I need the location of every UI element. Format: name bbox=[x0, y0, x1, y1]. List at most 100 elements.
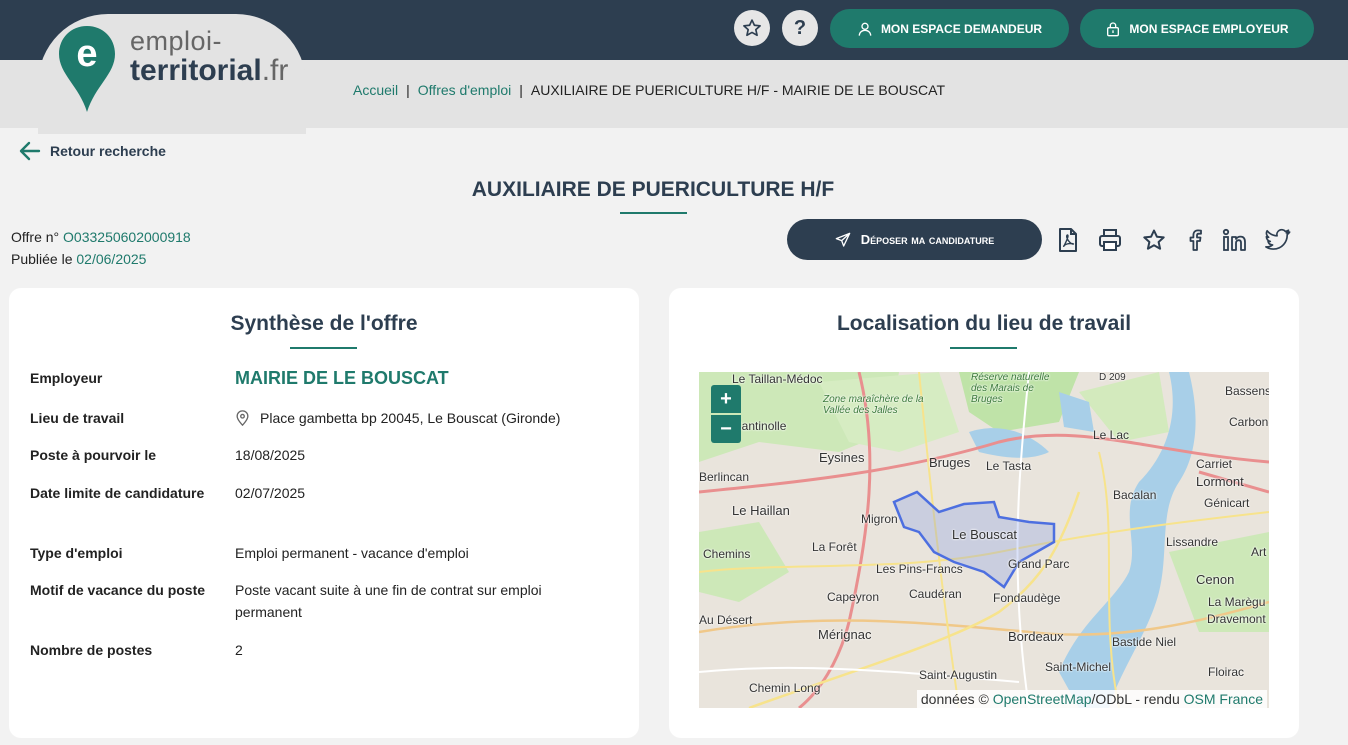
logo-tld: .fr bbox=[261, 54, 289, 87]
map-place: Lormont bbox=[1196, 474, 1244, 489]
page-title: AUXILIAIRE DE PUERICULTURE H/F bbox=[471, 178, 835, 201]
summary-row-positions: Nombre de postes 2 bbox=[30, 639, 610, 661]
summary-row-employment-type: Type d'emploi Emploi permanent - vacance… bbox=[30, 542, 610, 564]
map-place: La Marègu bbox=[1208, 595, 1266, 609]
location-pin-icon bbox=[236, 410, 249, 426]
linkedin-icon[interactable] bbox=[1222, 227, 1248, 253]
osm-link[interactable]: OpenStreetMap bbox=[993, 691, 1092, 707]
summary-title-underline bbox=[290, 347, 357, 349]
arrow-left-icon bbox=[19, 141, 41, 161]
map-place: Bassens bbox=[1225, 384, 1269, 398]
map-place: Les Pins-Francs bbox=[876, 562, 963, 576]
help-button[interactable]: ? bbox=[782, 10, 818, 46]
logo-brand: territorial bbox=[130, 54, 262, 87]
map-place: Cantinolle bbox=[733, 419, 787, 433]
map-attribution: données © OpenStreetMap/ODbL - rendu OSM… bbox=[916, 690, 1267, 708]
send-icon bbox=[835, 232, 851, 247]
map-place: Bastide Niel bbox=[1112, 635, 1177, 649]
map-zoom-controls: + − bbox=[711, 385, 741, 443]
favorite-star-icon[interactable] bbox=[1141, 227, 1167, 253]
title-underline bbox=[620, 212, 687, 214]
map-place: Saint-Augustin bbox=[919, 668, 998, 682]
apply-button[interactable]: Déposer ma candidature bbox=[787, 219, 1042, 260]
map-place: Dravemont bbox=[1207, 612, 1266, 626]
row-label: Lieu de travail bbox=[30, 410, 125, 426]
favorites-button[interactable] bbox=[734, 10, 770, 46]
location-title: Localisation du lieu de travail bbox=[836, 312, 1132, 335]
breadcrumb-home-link[interactable]: Accueil bbox=[353, 82, 398, 98]
print-icon[interactable] bbox=[1097, 227, 1123, 253]
row-label: Type d'emploi bbox=[30, 545, 123, 561]
map-place: Migron bbox=[861, 512, 898, 526]
map-place: Bordeaux bbox=[1008, 629, 1064, 644]
back-label: Retour recherche bbox=[50, 143, 166, 159]
svg-text:e: e bbox=[76, 33, 97, 75]
location-text: Place gambetta bp 20045, Le Bouscat (Gir… bbox=[260, 410, 561, 426]
map-place: Bacalan bbox=[1113, 488, 1157, 502]
employer-link[interactable]: MAIRIE DE LE BOUSCAT bbox=[235, 367, 610, 389]
map-place: Caudéran bbox=[909, 587, 962, 601]
map-reserve-label: Réserve naturelle des Marais de Bruges bbox=[971, 372, 1050, 405]
row-label: Motif de vacance du poste bbox=[30, 582, 206, 598]
location-card: Localisation du lieu de travail Le Taill… bbox=[669, 288, 1299, 738]
map-place: Carbon-B bbox=[1229, 415, 1269, 429]
offer-published-date: 02/06/2025 bbox=[76, 251, 147, 267]
summary-row-start-date: Poste à pourvoir le 18/08/2025 bbox=[30, 444, 610, 466]
user-icon bbox=[858, 22, 872, 36]
star-icon bbox=[743, 19, 761, 37]
map-place: Floirac bbox=[1208, 665, 1245, 679]
map-place: Grand Parc bbox=[1008, 557, 1070, 571]
row-value: 02/07/2025 bbox=[235, 485, 306, 501]
pdf-icon[interactable] bbox=[1055, 227, 1081, 253]
map-place: Lissandre bbox=[1166, 535, 1219, 549]
map-road-label: D 209 bbox=[1099, 372, 1126, 383]
row-value: Poste vacant suite à une fin de contrat … bbox=[235, 582, 542, 620]
facebook-icon[interactable] bbox=[1182, 227, 1208, 253]
row-value: 18/08/2025 bbox=[235, 447, 306, 463]
map-place: Le Haillan bbox=[732, 503, 790, 518]
map-place: Chemin Long bbox=[749, 681, 821, 695]
offer-meta: Offre n° O033250602000918 Publiée le 02/… bbox=[11, 226, 191, 270]
map-place: Carriet bbox=[1196, 457, 1233, 471]
offer-number: O033250602000918 bbox=[63, 229, 191, 245]
breadcrumb-offers-link[interactable]: Offres d'emploi bbox=[418, 82, 511, 98]
map-place: Génicart bbox=[1204, 496, 1250, 510]
map-place: Le Tasta bbox=[986, 459, 1032, 473]
map-place: Le Bouscat bbox=[952, 527, 1018, 542]
map-place: Fondaudège bbox=[993, 591, 1061, 605]
lock-icon bbox=[1107, 21, 1120, 36]
logo-text-bottom[interactable]: territorial.fr bbox=[130, 54, 288, 88]
logo-pin-icon[interactable]: e bbox=[57, 24, 117, 114]
summary-title: Synthèse de l'offre bbox=[230, 312, 418, 335]
attribution-prefix: données © bbox=[920, 691, 989, 707]
map[interactable]: Le Taillan-Médoc Cantinolle Eysines Brug… bbox=[699, 372, 1269, 708]
zoom-in-button[interactable]: + bbox=[711, 385, 741, 413]
map-place: Chemins bbox=[703, 547, 751, 561]
map-place: Le Lac bbox=[1093, 428, 1130, 442]
espace-demandeur-button[interactable]: MON ESPACE DEMANDEUR bbox=[830, 9, 1069, 48]
map-zone-label: Zone maraîchère de la Vallée des Jalles bbox=[823, 394, 924, 416]
row-value: 2 bbox=[235, 642, 243, 658]
map-place: Art bbox=[1251, 545, 1267, 559]
summary-row-location: Lieu de travail Place gambetta bp 20045,… bbox=[30, 407, 610, 429]
offer-number-label: Offre n° bbox=[11, 229, 60, 245]
espace-demandeur-label: MON ESPACE DEMANDEUR bbox=[880, 21, 1043, 36]
breadcrumb-separator: | bbox=[519, 82, 523, 98]
summary-row-vacancy-reason: Motif de vacance du poste Poste vacant s… bbox=[30, 579, 610, 623]
row-label: Nombre de postes bbox=[30, 642, 153, 658]
espace-employeur-button[interactable]: MON ESPACE EMPLOYEUR bbox=[1080, 9, 1314, 48]
logo-text-top[interactable]: emploi- bbox=[130, 26, 222, 57]
map-place: Saint-Michel bbox=[1045, 660, 1112, 674]
map-place: Mérignac bbox=[818, 627, 872, 642]
zoom-out-button[interactable]: − bbox=[711, 415, 741, 443]
row-label: Employeur bbox=[30, 370, 103, 386]
breadcrumb: Accueil | Offres d'emploi | AUXILIAIRE D… bbox=[353, 82, 945, 98]
back-to-search-link[interactable]: Retour recherche bbox=[19, 141, 166, 161]
breadcrumb-current: AUXILIAIRE DE PUERICULTURE H/F - MAIRIE … bbox=[530, 82, 945, 98]
location-value: Place gambetta bp 20045, Le Bouscat (Gir… bbox=[235, 407, 610, 429]
osm-france-link[interactable]: OSM France bbox=[1184, 691, 1263, 707]
offer-published-label: Publiée le bbox=[11, 251, 73, 267]
twitter-icon[interactable] bbox=[1265, 227, 1291, 253]
map-place: Au Désert bbox=[699, 613, 753, 627]
map-place: Le Taillan-Médoc bbox=[732, 372, 823, 386]
